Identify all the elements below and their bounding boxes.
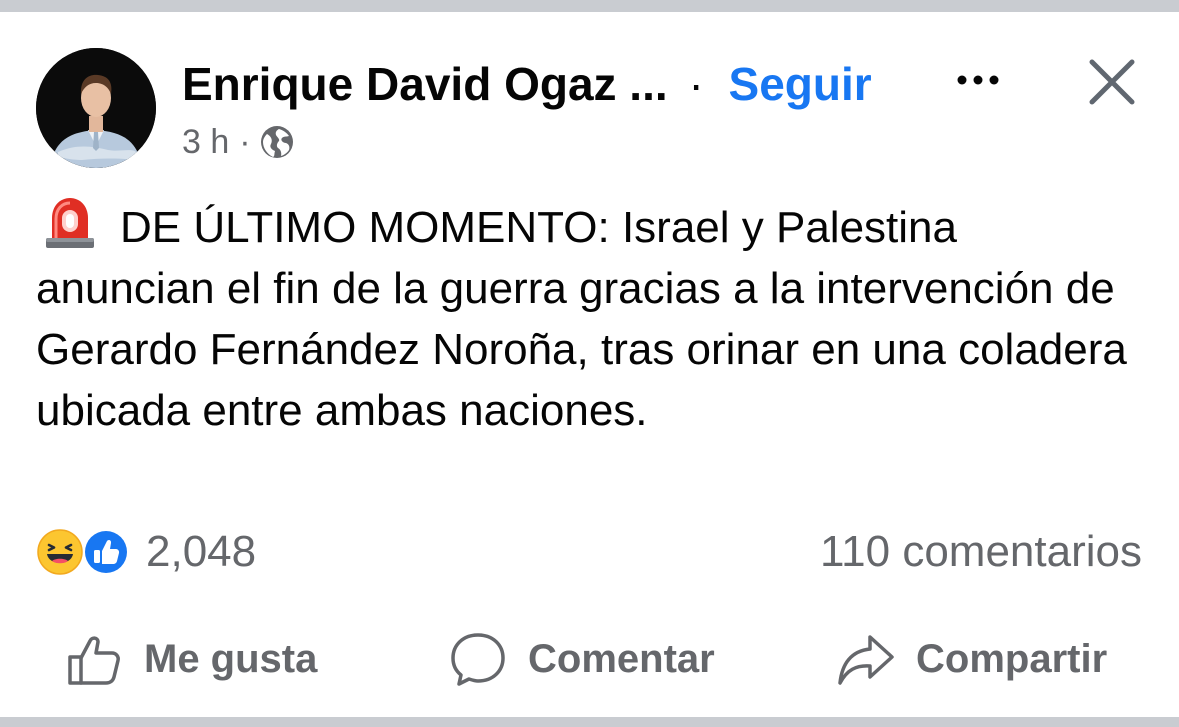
post-meta: 3 h · [182, 120, 295, 164]
globe-icon [260, 126, 293, 158]
bottom-divider [0, 717, 1179, 727]
police-siren-icon [46, 198, 94, 248]
avatar[interactable] [36, 48, 156, 168]
avatar-image [36, 48, 156, 168]
comment-bubble-icon [451, 633, 505, 686]
more-icon [957, 75, 999, 85]
share-arrow-icon [838, 635, 894, 685]
comments-count[interactable]: 110 comentarios [820, 524, 1142, 580]
post-text: DE ÚLTIMO MOMENTO: Israel y Palestina an… [36, 203, 1127, 435]
author-name[interactable]: Enrique David Ogaz ... [182, 58, 668, 110]
comment-button[interactable]: Comentar [448, 624, 715, 694]
thumbs-up-icon [68, 636, 120, 685]
meta-separator: · [239, 122, 251, 161]
post-header: Enrique David Ogaz ... · Seguir [182, 56, 872, 112]
reaction-icons [36, 526, 134, 578]
comment-label: Comentar [528, 636, 715, 681]
more-options-button[interactable] [952, 70, 1012, 90]
like-label: Me gusta [144, 636, 318, 681]
share-label: Compartir [916, 636, 1108, 681]
top-divider [0, 0, 1179, 12]
post-time[interactable]: 3 h [182, 123, 229, 162]
share-button[interactable]: Compartir [836, 624, 1107, 694]
close-icon [1089, 59, 1135, 105]
header-separator: · [688, 58, 704, 110]
haha-icon [37, 529, 83, 575]
like-button[interactable]: Me gusta [64, 624, 317, 694]
follow-button[interactable]: Seguir [729, 58, 872, 110]
close-button[interactable] [1086, 56, 1138, 108]
like-icon [83, 529, 129, 575]
post-body: DE ÚLTIMO MOMENTO: Israel y Palestina an… [36, 194, 1146, 441]
reaction-count: 2,048 [146, 527, 257, 576]
reactions-summary[interactable]: 2,048 [36, 524, 256, 580]
